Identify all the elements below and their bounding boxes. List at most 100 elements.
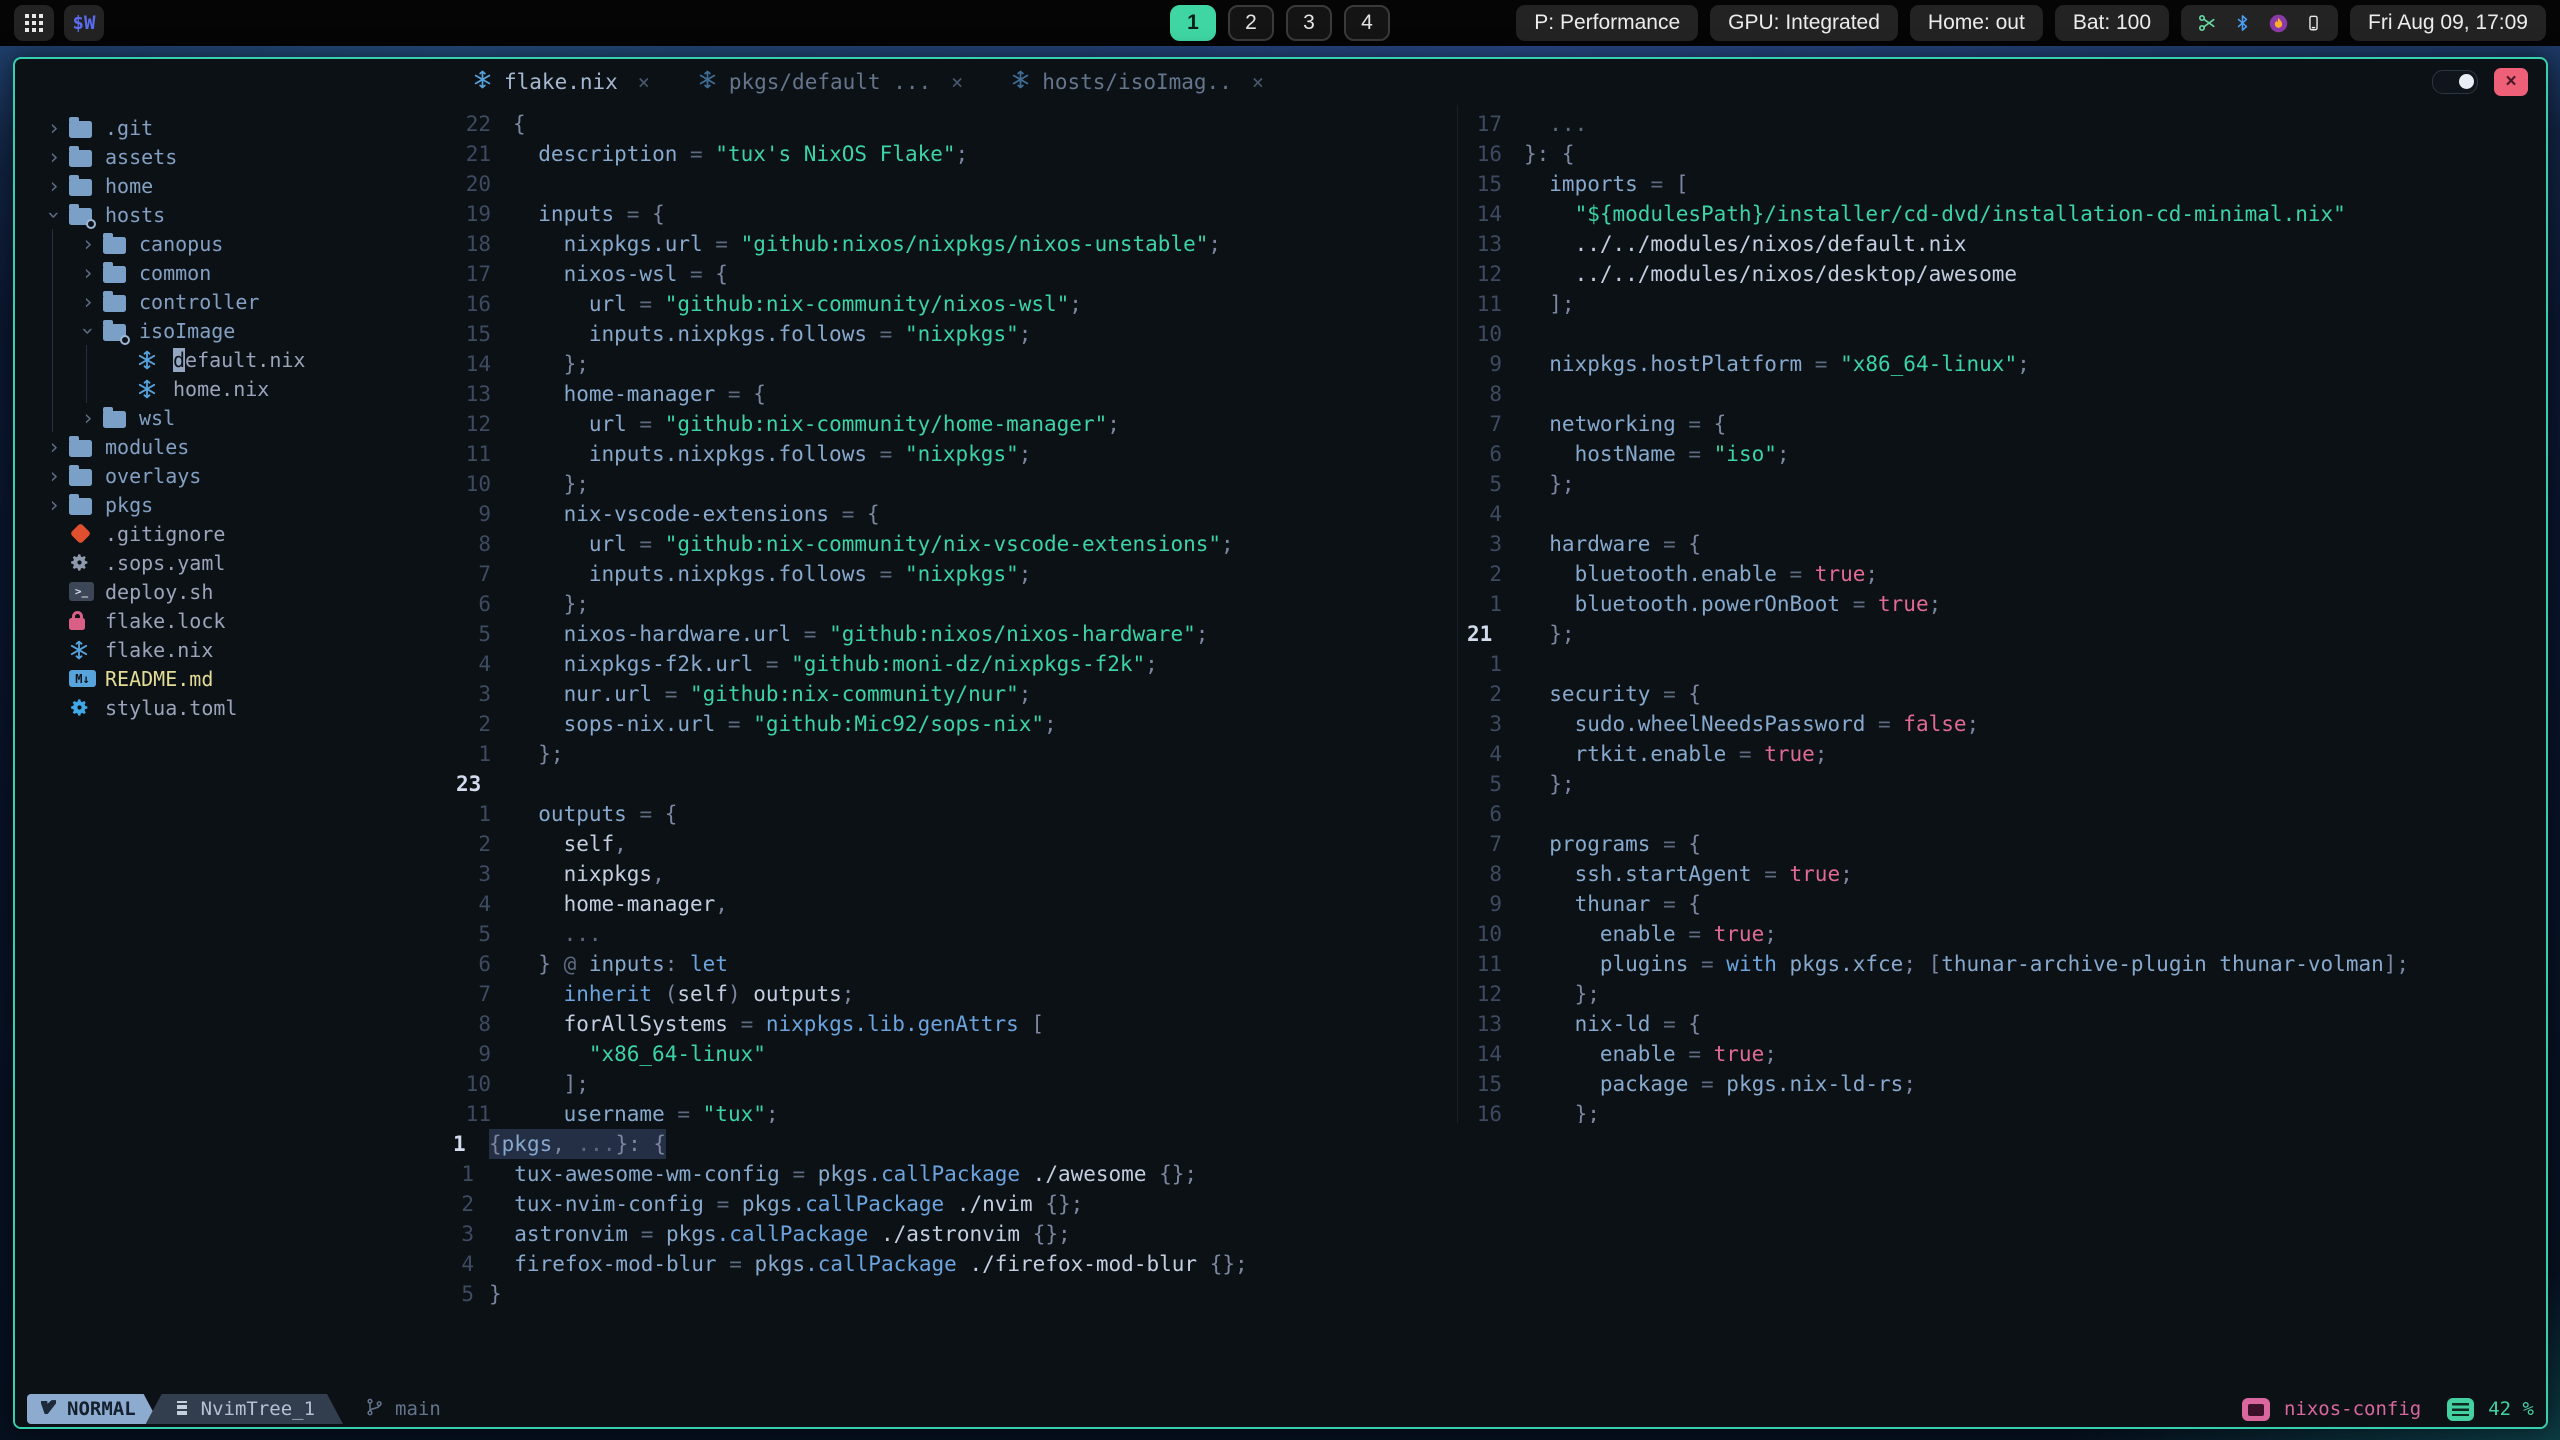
tree-item-pkgs[interactable]: › pkgs (15, 490, 447, 519)
editor-pane-flake-nix[interactable]: 22{21 description = "tux's NixOS Flake"; 2… (447, 105, 1457, 1123)
tab-flake.nix[interactable]: flake.nix × (449, 59, 674, 105)
scissors-icon[interactable] (2197, 13, 2217, 33)
nix-icon (137, 350, 173, 370)
line-number: 20 (465, 172, 491, 196)
code-text: nixpkgs.hostPlatform = "x86_64-linux"; (1549, 352, 2030, 376)
tree-item-default.nix[interactable]: default.nix (15, 345, 447, 374)
code-line: 3 nixpkgs, (447, 859, 1457, 889)
chevron-icon[interactable]: › (73, 406, 103, 430)
code-line: 6} @ inputs: let (447, 949, 1457, 979)
folder-icon (69, 174, 105, 196)
chevron-icon[interactable]: › (39, 174, 69, 198)
chevron-icon[interactable]: › (73, 261, 103, 285)
code-line: 9 nixpkgs.hostPlatform = "x86_64-linux"; (1458, 349, 2546, 379)
mode-indicator: NORMAL (27, 1394, 160, 1424)
terminal-launcher-button[interactable]: $W (64, 5, 104, 41)
chevron-icon[interactable]: › (39, 145, 69, 169)
flame-icon[interactable] (2268, 13, 2289, 34)
tree-item-.gitignore[interactable]: .gitignore (15, 519, 447, 548)
tab-close-icon[interactable]: × (1252, 70, 1264, 94)
code-text: home-manager, (563, 892, 728, 916)
tree-item-assets[interactable]: › assets (15, 142, 447, 171)
tree-item-deploy.sh[interactable]: >_ deploy.sh (15, 577, 447, 606)
line-number: 5 (461, 1282, 474, 1306)
code-text: url = "github:nix-community/nixos-wsl"; (588, 292, 1082, 316)
tree-item-flake.nix[interactable]: flake.nix (15, 635, 447, 664)
code-line: 5}; (1458, 469, 2546, 499)
tree-item-label: assets (105, 144, 178, 169)
editor-pane-iso-default-nix[interactable]: 17... 16}: {15 imports = [14 "${modulesPath… (1457, 105, 2546, 1123)
tree-item-overlays[interactable]: › overlays (15, 461, 447, 490)
shell-icon: >_ (69, 582, 105, 601)
chevron-icon[interactable]: › (39, 116, 69, 140)
tab-pkgs-default-...[interactable]: pkgs/default ... × (674, 59, 987, 105)
code-text: ... (563, 922, 602, 946)
code-text: username = "tux"; (563, 1102, 779, 1123)
code-text: } (489, 1282, 502, 1306)
tree-item-common[interactable]: › common (15, 258, 447, 287)
tab-close-icon[interactable]: × (951, 70, 963, 94)
status-pill-1: GPU: Integrated (1710, 5, 1898, 41)
line-number: 12 (1476, 982, 1502, 1006)
terminal-launcher-icon: $W (72, 12, 96, 34)
tree-item-label: modules (105, 434, 190, 459)
lock-icon (69, 611, 105, 630)
workspace-button-3[interactable]: 3 (1286, 5, 1332, 41)
code-line: 22 { (447, 109, 1457, 139)
chevron-icon[interactable]: › (39, 493, 69, 517)
tab-close-icon[interactable]: × (638, 70, 650, 94)
tree-item-label: canopus (139, 231, 224, 256)
code-text: }; (1574, 982, 1600, 1006)
workspace-button-1[interactable]: 1 (1170, 5, 1216, 41)
window-close-button[interactable]: × (2494, 68, 2528, 96)
tab-label: flake.nix (504, 70, 618, 94)
tree-item-hosts[interactable]: › hosts (15, 200, 447, 229)
code-line: 7 inherit (self) outputs; (447, 979, 1457, 1009)
window-controls: × (2432, 68, 2528, 96)
tree-item-stylua.toml[interactable]: stylua.toml (15, 693, 447, 722)
chevron-icon[interactable]: › (39, 435, 69, 459)
code-text: nixos-wsl = { (563, 262, 728, 286)
code-line: 2 bluetooth.enable = true; (1458, 559, 2546, 589)
phone-icon[interactable] (2305, 13, 2322, 33)
tree-item-README.md[interactable]: M↓ README.md (15, 664, 447, 693)
bluetooth-icon[interactable] (2233, 13, 2252, 33)
tab-hosts-isoImag..[interactable]: hosts/isoImag.. × (987, 59, 1288, 105)
tree-item-wsl[interactable]: › wsl (15, 403, 447, 432)
tree-item-label: overlays (105, 463, 202, 488)
code-line: 18 nixpkgs.url = "github:nixos/nixpkgs/ni… (447, 229, 1457, 259)
code-text: bluetooth.powerOnBoot = true; (1574, 592, 1942, 616)
chevron-icon[interactable]: › (73, 290, 103, 314)
line-number: 8 (478, 532, 491, 556)
chevron-icon[interactable]: › (76, 316, 100, 346)
chevron-icon[interactable]: › (73, 232, 103, 256)
line-number: 23 (456, 772, 482, 796)
chevron-icon[interactable]: › (42, 200, 66, 230)
code-line: 4 firefox-mod-blur = pkgs.callPackage ./f… (447, 1249, 2546, 1279)
workspace-button-2[interactable]: 2 (1228, 5, 1274, 41)
code-text: nixpkgs.url = "github:nixos/nixpkgs/nixo… (563, 232, 1222, 256)
line-number: 3 (1489, 532, 1502, 556)
tree-item-flake.lock[interactable]: flake.lock (15, 606, 447, 635)
nix-file-icon (698, 70, 717, 94)
code-text: thunar = { (1574, 892, 1702, 916)
editor-pane-pkgs-default-nix[interactable]: 1 {pkgs, ...}: {1 tux-awesome-wm-config = … (447, 1123, 2546, 1391)
tree-item-home.nix[interactable]: home.nix (15, 374, 447, 403)
tree-item-isoImage[interactable]: › isoImage (15, 316, 447, 345)
code-text: ../../modules/nixos/default.nix (1574, 232, 1967, 256)
tree-item-canopus[interactable]: › canopus (15, 229, 447, 258)
app-launcher-button[interactable] (14, 5, 54, 41)
chevron-icon[interactable]: › (39, 464, 69, 488)
tree-item-home[interactable]: › home (15, 171, 447, 200)
window-toggle-switch[interactable] (2432, 70, 2478, 94)
nvimtree-file-explorer[interactable]: › .git › assets › home › hosts › canopus › common › c… (15, 105, 447, 1391)
code-text: description = "tux's NixOS Flake"; (538, 142, 969, 166)
workspace-button-4[interactable]: 4 (1344, 5, 1390, 41)
gear-blue-icon (69, 697, 105, 718)
tree-item-.git[interactable]: › .git (15, 113, 447, 142)
tree-indent-guide (52, 345, 53, 374)
tree-item-.sops.yaml[interactable]: .sops.yaml (15, 548, 447, 577)
tree-item-controller[interactable]: › controller (15, 287, 447, 316)
tree-item-modules[interactable]: › modules (15, 432, 447, 461)
tree-item-label: home (105, 173, 154, 198)
